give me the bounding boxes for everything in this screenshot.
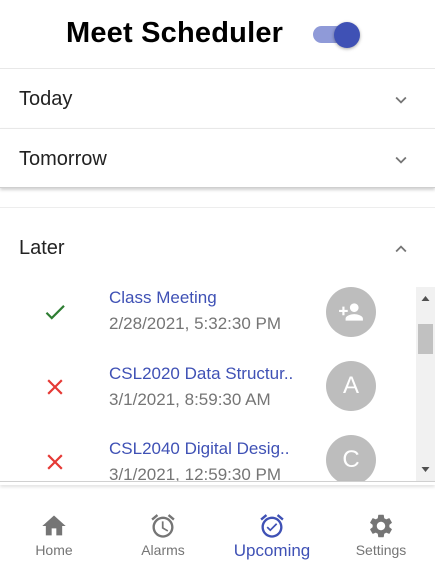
meeting-time: 3/1/2021, 8:59:30 AM (109, 390, 271, 409)
app-title: Meet Scheduler (66, 17, 284, 49)
list-item[interactable]: CSL2020 Data Structur.. 3/1/2021, 8:59:3… (0, 360, 416, 435)
cross-icon (47, 379, 63, 395)
section-tomorrow-label: Tomorrow (19, 148, 107, 170)
nav-alarms[interactable]: Alarms (109, 504, 217, 572)
nav-home[interactable]: Home (0, 504, 108, 572)
section-today[interactable]: Today (0, 68, 435, 128)
app-header: Meet Scheduler (0, 0, 435, 68)
alarm-check-icon (260, 514, 284, 538)
chevron-up-icon (395, 245, 407, 253)
nav-upcoming[interactable]: Upcoming (218, 504, 326, 572)
section-tomorrow[interactable]: Tomorrow (0, 128, 435, 188)
list-item[interactable]: CSL2040 Digital Desig.. 3/1/2021, 12:59:… (0, 433, 416, 481)
nav-settings-label: Settings (355, 542, 407, 558)
toggle-thumb (334, 22, 360, 48)
theme-toggle[interactable] (313, 22, 361, 48)
nav-alarms-label: Alarms (141, 542, 185, 558)
meeting-time: 2/28/2021, 5:32:30 PM (109, 314, 282, 333)
section-later[interactable]: Later (0, 207, 435, 287)
meeting-title[interactable]: Class Meeting (109, 288, 217, 308)
alarm-icon (151, 514, 175, 538)
section-later-label: Later (19, 237, 65, 259)
nav-home-label: Home (35, 542, 73, 558)
nav-settings[interactable]: Settings (327, 504, 435, 572)
chevron-down-icon (395, 156, 407, 164)
list-item[interactable]: Class Meeting 2/28/2021, 5:32:30 PM (0, 287, 416, 362)
nav-upcoming-label: Upcoming (233, 541, 311, 560)
later-list[interactable]: Class Meeting 2/28/2021, 5:32:30 PM CSL2… (0, 287, 435, 481)
scroll-up-arrow-icon[interactable] (416, 291, 435, 305)
home-icon (42, 515, 66, 536)
person-add-icon (339, 303, 363, 321)
avatar[interactable]: A (326, 361, 376, 411)
cross-icon (47, 454, 63, 470)
bottom-navigation: Home Alarms Upcoming Settings (0, 504, 435, 572)
avatar[interactable]: C (326, 435, 376, 481)
meeting-title[interactable]: CSL2020 Data Structur.. (109, 364, 293, 384)
add-participant-avatar[interactable] (326, 287, 376, 337)
chevron-down-icon (395, 96, 407, 104)
scroll-thumb[interactable] (418, 324, 433, 354)
section-today-label: Today (19, 88, 73, 110)
gear-icon (370, 514, 392, 538)
meeting-time: 3/1/2021, 12:59:30 PM (109, 465, 282, 481)
scroll-down-arrow-icon[interactable] (416, 463, 435, 477)
meeting-title[interactable]: CSL2040 Digital Desig.. (109, 439, 289, 459)
divider (0, 481, 435, 485)
check-icon (45, 305, 65, 320)
list-scrollbar[interactable] (416, 287, 435, 481)
